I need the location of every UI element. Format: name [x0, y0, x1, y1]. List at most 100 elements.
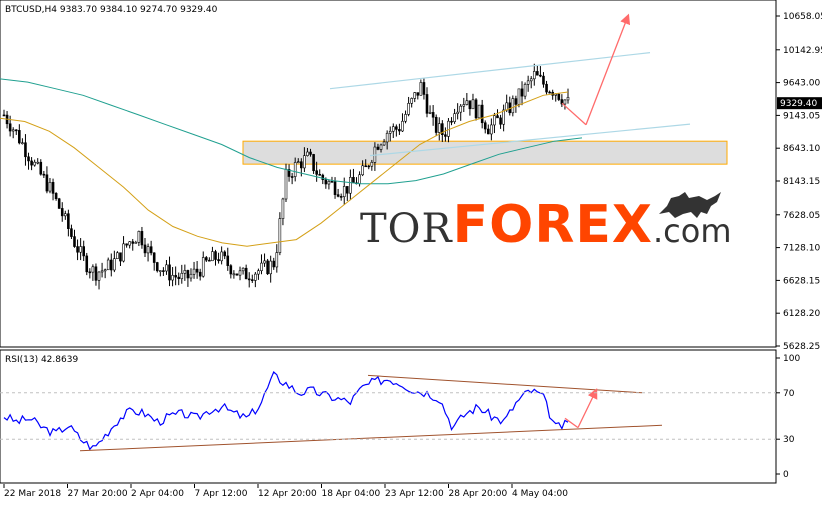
candle-body [339, 196, 343, 198]
candle-body [416, 92, 420, 96]
candle-body [257, 270, 260, 275]
candle-body [490, 124, 493, 135]
candle-body [165, 264, 168, 272]
candle-body [106, 259, 110, 271]
candle-body [554, 93, 558, 96]
candle-body [214, 251, 217, 260]
candle-body [128, 241, 131, 246]
candle-body [413, 92, 417, 99]
candle-body [45, 174, 49, 192]
candle-body [526, 80, 530, 85]
candle-body [382, 141, 386, 146]
candle-body [36, 161, 40, 164]
x-tick-label: 18 Apr 04:00 [322, 489, 381, 499]
candle-body [404, 114, 407, 122]
candle-body [171, 275, 174, 281]
candle-body [88, 271, 92, 274]
candle-body [263, 260, 266, 264]
rsi-label: RSI(13) 42.8639 [5, 355, 78, 365]
x-tick-label: 4 May 04:00 [512, 489, 568, 499]
candle-body [278, 218, 282, 253]
candle-body [198, 271, 202, 277]
price-y-tick-label: 6128.20 [783, 309, 820, 319]
rsi-panel [0, 349, 777, 484]
candle-body [229, 265, 233, 275]
candle-body [201, 257, 205, 277]
candle-body [235, 273, 239, 276]
price-y-tick-label: 5628.25 [783, 342, 820, 352]
candle-body [149, 246, 153, 254]
candle-body [152, 252, 156, 263]
x-tick-label: 7 Apr 12:00 [195, 489, 248, 499]
candle-body [468, 100, 472, 110]
candle-body [364, 165, 367, 168]
candle-body [183, 270, 187, 274]
candle-body [379, 144, 383, 150]
candle-body [465, 100, 469, 105]
candle-body [174, 275, 177, 278]
candle-body [51, 182, 55, 194]
rsi-y-tick-label: 30 [783, 435, 795, 445]
candle-body [140, 231, 144, 246]
candle-body [247, 278, 251, 281]
candle-body [192, 268, 196, 275]
candle-body [82, 246, 85, 257]
candle-body [67, 213, 70, 229]
candle-body [395, 126, 398, 130]
symbol-info: BTCUSD,H4 9383.70 9384.10 9274.70 9329.4… [5, 5, 218, 15]
candle-body [444, 134, 447, 137]
candle-body [155, 262, 159, 272]
candle-body [376, 146, 380, 150]
candle-body [312, 154, 315, 172]
candle-body [324, 179, 328, 185]
candle-body [189, 273, 193, 279]
candle-body [290, 176, 294, 178]
candle-body [352, 177, 355, 184]
candle-body [269, 260, 272, 275]
price-y-tick-label: 10142.95 [783, 46, 822, 56]
candle-body [60, 208, 64, 217]
candle-body [493, 115, 496, 126]
candle-body [511, 98, 515, 114]
candle-body [42, 173, 46, 176]
candle-body [11, 129, 15, 132]
candle-body [327, 181, 331, 185]
rsi-y-tick-label: 100 [783, 354, 800, 364]
candle-body [134, 242, 138, 244]
candle-body [2, 114, 6, 117]
price-chart: 10658.05 10142.95 9643.00 9143.05 8643.10 814… [0, 0, 822, 501]
candle-body [370, 161, 374, 167]
candle-body [73, 236, 76, 247]
candle-body [536, 71, 539, 76]
candle-body [542, 75, 545, 85]
candle-body [211, 251, 214, 262]
candle-body [223, 251, 226, 257]
candle-body [131, 241, 135, 244]
candle-body [361, 165, 364, 176]
candle-body [477, 104, 481, 119]
candle-body [238, 270, 242, 276]
candle-body [260, 262, 263, 272]
candle-body [94, 266, 98, 281]
candle-body [539, 74, 542, 77]
candle-body [462, 104, 466, 107]
candle-body [54, 193, 58, 200]
candle-body [162, 270, 165, 272]
candle-body [514, 98, 518, 105]
candle-body [398, 129, 401, 132]
candle-body [27, 156, 30, 162]
candle-body [33, 161, 36, 166]
candle-body [97, 271, 101, 281]
candle-body [232, 273, 236, 276]
x-tick-label: 27 Mar 20:00 [68, 489, 128, 499]
candle-body [8, 123, 12, 132]
candle-body [122, 243, 125, 262]
candle-body [391, 126, 395, 132]
candle-body [505, 102, 508, 111]
candle-body [548, 91, 551, 94]
candle-body [545, 83, 548, 93]
candle-body [471, 99, 475, 110]
candle-body [529, 78, 533, 82]
candle-body [116, 252, 119, 259]
candle-body [250, 279, 254, 281]
